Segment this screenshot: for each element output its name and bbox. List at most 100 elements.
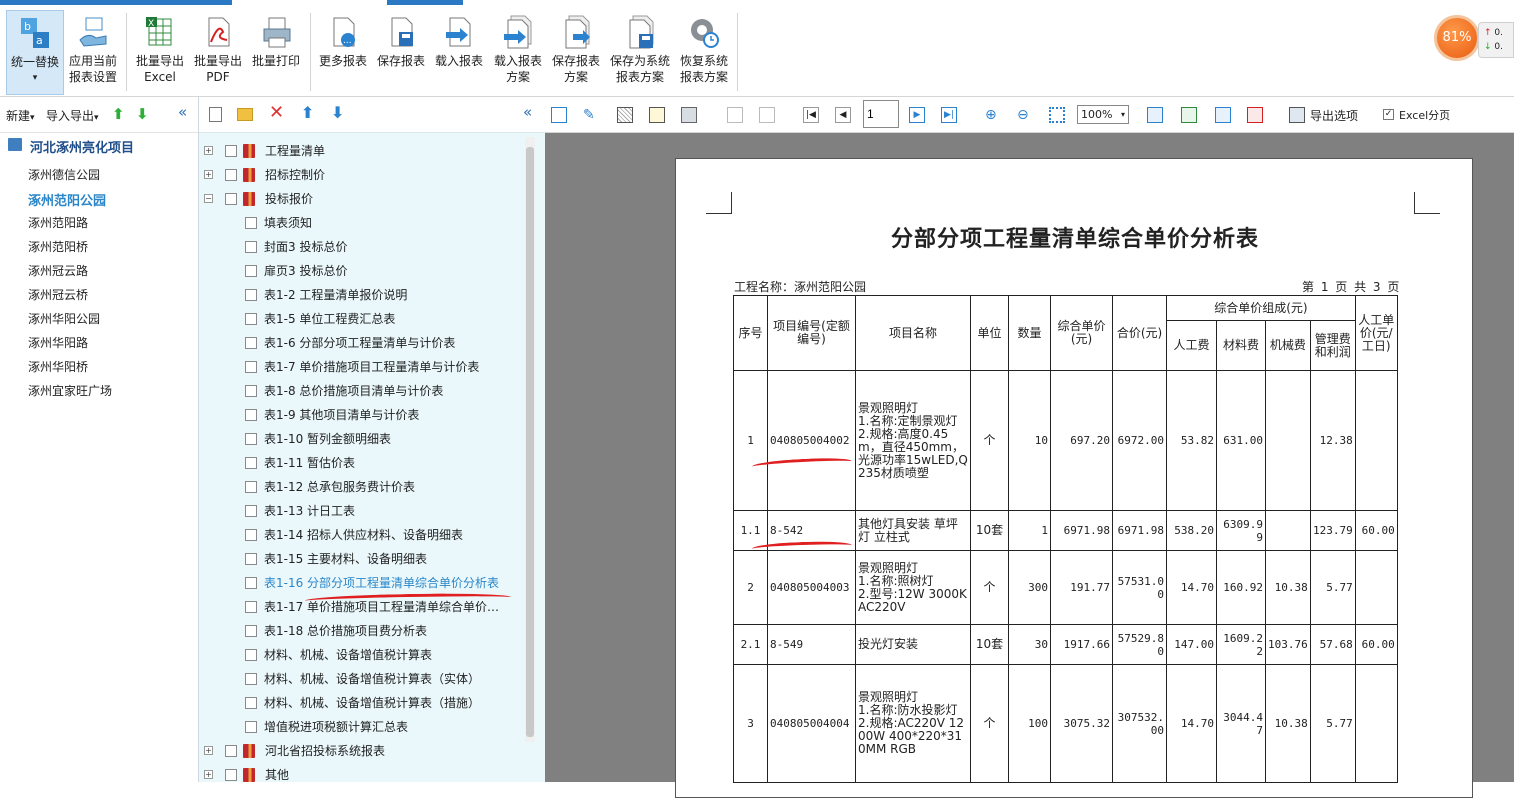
unified-replace-button[interactable]: ba 统一替换 ▾ bbox=[6, 10, 64, 95]
page-setup-icon[interactable] bbox=[617, 107, 633, 123]
report-checkbox[interactable] bbox=[245, 625, 257, 637]
tree-scrollbar[interactable] bbox=[525, 137, 535, 742]
prev-page-icon[interactable]: ◀ bbox=[835, 107, 851, 123]
batch-export-pdf-button[interactable]: 批量导出 PDF bbox=[190, 10, 246, 95]
move-down-icon[interactable]: ⬇ bbox=[331, 103, 344, 122]
tree-report-item[interactable]: 表1-7 单价措施项目工程量清单与计价表 bbox=[199, 355, 519, 379]
edit-icon[interactable] bbox=[551, 107, 567, 123]
last-page-icon[interactable]: ▶| bbox=[941, 107, 957, 123]
apply-current-settings-button[interactable]: 应用当前 报表设置 bbox=[66, 10, 120, 95]
project-item[interactable]: 涿州冠云桥 bbox=[28, 286, 88, 303]
load-report-scheme-button[interactable]: 载入报表 方案 bbox=[490, 10, 546, 95]
report-checkbox[interactable] bbox=[245, 649, 257, 661]
tree-group-boq[interactable]: + 工程量清单 bbox=[199, 139, 519, 163]
report-checkbox[interactable] bbox=[245, 697, 257, 709]
tree-report-item[interactable]: 填表须知 bbox=[199, 211, 519, 235]
move-down-icon[interactable]: ⬇ bbox=[136, 105, 149, 123]
report-checkbox[interactable] bbox=[245, 481, 257, 493]
tree-report-item[interactable]: 扉页3 投标总价 bbox=[199, 259, 519, 283]
project-item[interactable]: 涿州华阳公园 bbox=[28, 310, 100, 327]
delete-icon[interactable]: ✕ bbox=[269, 102, 284, 123]
export-image-icon[interactable] bbox=[1215, 107, 1231, 123]
cpu-usage-badge[interactable]: 81% bbox=[1434, 15, 1480, 61]
collapse-left-icon[interactable]: « bbox=[523, 103, 532, 121]
export-options-icon[interactable] bbox=[1289, 107, 1305, 123]
new-report-icon[interactable] bbox=[209, 107, 222, 122]
page-number-input[interactable] bbox=[863, 100, 899, 128]
tree-report-item[interactable]: 表1-5 单位工程费汇总表 bbox=[199, 307, 519, 331]
print-icon[interactable] bbox=[681, 107, 697, 123]
import-export-button[interactable]: 导入导出▾ bbox=[46, 107, 99, 124]
report-checkbox[interactable] bbox=[245, 361, 257, 373]
report-checkbox[interactable] bbox=[245, 505, 257, 517]
export-icon[interactable] bbox=[1147, 107, 1163, 123]
project-item[interactable]: 涿州华阳路 bbox=[28, 334, 88, 351]
load-report-button[interactable]: 载入报表 bbox=[432, 10, 486, 95]
project-item[interactable]: 涿州宜家旺广场 bbox=[28, 382, 112, 399]
report-checkbox[interactable] bbox=[245, 601, 257, 613]
move-up-icon[interactable]: ⬆ bbox=[301, 103, 314, 122]
save-as-system-scheme-button[interactable]: 保存为系统 报表方案 bbox=[606, 10, 674, 95]
tree-report-item[interactable]: 表1-9 其他项目清单与计价表 bbox=[199, 403, 519, 427]
tree-report-item[interactable]: 表1-15 主要材料、设备明细表 bbox=[199, 547, 519, 571]
tree-group-other[interactable]: + 其他 bbox=[199, 763, 519, 782]
report-checkbox[interactable] bbox=[245, 241, 257, 253]
report-checkbox[interactable] bbox=[245, 385, 257, 397]
next-page-icon[interactable]: ▶ bbox=[909, 107, 925, 123]
report-checkbox[interactable] bbox=[245, 529, 257, 541]
tree-report-item[interactable]: 表1-12 总承包服务费计价表 bbox=[199, 475, 519, 499]
excel-split-checkbox[interactable]: ✓ bbox=[1383, 109, 1394, 120]
design-icon[interactable]: ✎ bbox=[583, 107, 599, 123]
first-page-icon[interactable]: |◀ bbox=[803, 107, 819, 123]
report-checkbox[interactable] bbox=[245, 673, 257, 685]
export-excel-icon[interactable] bbox=[1181, 107, 1197, 123]
export-options-button[interactable]: 导出选项 bbox=[1310, 107, 1358, 124]
collapse-left-icon[interactable]: « bbox=[178, 103, 187, 121]
zoom-select[interactable]: 100% ▾ bbox=[1077, 105, 1129, 124]
restore-system-scheme-button[interactable]: 恢复系统 报表方案 bbox=[676, 10, 732, 95]
tree-report-item[interactable]: 材料、机械、设备增值税计算表（实体） bbox=[199, 667, 519, 691]
more-reports-button[interactable]: ... 更多报表 bbox=[316, 10, 370, 95]
report-checkbox[interactable] bbox=[245, 217, 257, 229]
project-item[interactable]: 涿州范阳路 bbox=[28, 214, 88, 231]
zoom-out-icon[interactable]: ⊖ bbox=[1017, 107, 1033, 123]
tree-report-item[interactable]: 表1-11 暂估价表 bbox=[199, 451, 519, 475]
fit-page-icon[interactable] bbox=[1049, 107, 1065, 123]
tree-group-bid-price[interactable]: − 投标报价 bbox=[199, 187, 519, 211]
tree-report-item[interactable]: 表1-2 工程量清单报价说明 bbox=[199, 283, 519, 307]
project-item[interactable]: 涿州范阳桥 bbox=[28, 238, 88, 255]
new-button[interactable]: 新建▾ bbox=[6, 107, 35, 124]
tree-report-item[interactable]: 增值税进项税额计算汇总表 bbox=[199, 715, 519, 739]
report-checkbox[interactable] bbox=[245, 265, 257, 277]
new-folder-icon[interactable] bbox=[237, 108, 253, 121]
move-up-icon[interactable]: ⬆ bbox=[112, 105, 125, 123]
tree-group-hebei[interactable]: + 河北省招投标系统报表 bbox=[199, 739, 519, 763]
project-root[interactable]: 河北涿州亮化项目 bbox=[30, 137, 134, 156]
tree-report-item[interactable]: 表1-8 总价措施项目清单与计价表 bbox=[199, 379, 519, 403]
report-checkbox[interactable] bbox=[245, 433, 257, 445]
report-checkbox[interactable] bbox=[245, 577, 257, 589]
paste-icon[interactable] bbox=[759, 107, 775, 123]
report-checkbox[interactable] bbox=[245, 337, 257, 349]
tree-group-control-price[interactable]: + 招标控制价 bbox=[199, 163, 519, 187]
report-checkbox[interactable] bbox=[245, 313, 257, 325]
tree-report-item[interactable]: 材料、机械、设备增值税计算表 bbox=[199, 643, 519, 667]
zoom-in-icon[interactable]: ⊕ bbox=[985, 107, 1001, 123]
batch-print-button[interactable]: 批量打印 bbox=[248, 10, 304, 95]
tree-report-item[interactable]: 表1-18 总价措施项目费分析表 bbox=[199, 619, 519, 643]
project-item[interactable]: 涿州华阳桥 bbox=[28, 358, 88, 375]
save-report-button[interactable]: 保存报表 bbox=[374, 10, 428, 95]
tree-report-item[interactable]: 材料、机械、设备增值税计算表（措施） bbox=[199, 691, 519, 715]
tree-report-item[interactable]: 表1-10 暂列金额明细表 bbox=[199, 427, 519, 451]
save-report-scheme-button[interactable]: 保存报表 方案 bbox=[548, 10, 604, 95]
report-checkbox[interactable] bbox=[245, 457, 257, 469]
export-pdf-icon[interactable] bbox=[1247, 107, 1263, 123]
report-checkbox[interactable] bbox=[245, 721, 257, 733]
tree-report-item[interactable]: 表1-13 计日工表 bbox=[199, 499, 519, 523]
tree-report-item[interactable]: 封面3 投标总价 bbox=[199, 235, 519, 259]
notes-icon[interactable] bbox=[649, 107, 665, 123]
report-checkbox[interactable] bbox=[245, 409, 257, 421]
project-item[interactable]: 涿州冠云路 bbox=[28, 262, 88, 279]
batch-export-excel-button[interactable]: X 批量导出 Excel bbox=[132, 10, 188, 95]
tree-report-item[interactable]: 表1-6 分部分项工程量清单与计价表 bbox=[199, 331, 519, 355]
